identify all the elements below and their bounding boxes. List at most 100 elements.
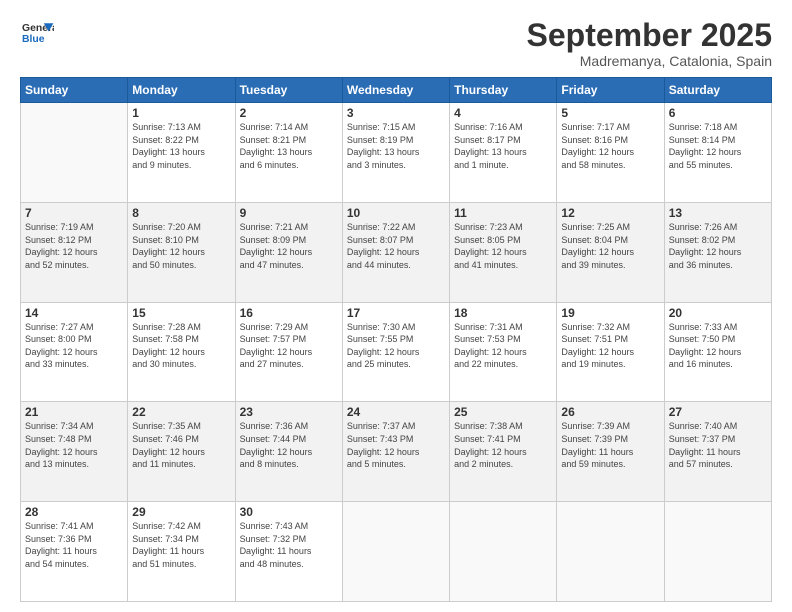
day-info: Sunrise: 7:38 AM Sunset: 7:41 PM Dayligh…	[454, 420, 552, 470]
calendar-cell	[21, 103, 128, 203]
header-thursday: Thursday	[450, 78, 557, 103]
day-info: Sunrise: 7:34 AM Sunset: 7:48 PM Dayligh…	[25, 420, 123, 470]
day-info: Sunrise: 7:27 AM Sunset: 8:00 PM Dayligh…	[25, 321, 123, 371]
header-friday: Friday	[557, 78, 664, 103]
calendar-cell: 20Sunrise: 7:33 AM Sunset: 7:50 PM Dayli…	[664, 302, 771, 402]
day-number: 25	[454, 405, 552, 419]
day-info: Sunrise: 7:20 AM Sunset: 8:10 PM Dayligh…	[132, 221, 230, 271]
calendar-cell: 14Sunrise: 7:27 AM Sunset: 8:00 PM Dayli…	[21, 302, 128, 402]
calendar-cell: 8Sunrise: 7:20 AM Sunset: 8:10 PM Daylig…	[128, 202, 235, 302]
calendar-cell: 13Sunrise: 7:26 AM Sunset: 8:02 PM Dayli…	[664, 202, 771, 302]
day-number: 14	[25, 306, 123, 320]
day-info: Sunrise: 7:35 AM Sunset: 7:46 PM Dayligh…	[132, 420, 230, 470]
day-info: Sunrise: 7:23 AM Sunset: 8:05 PM Dayligh…	[454, 221, 552, 271]
day-info: Sunrise: 7:42 AM Sunset: 7:34 PM Dayligh…	[132, 520, 230, 570]
calendar-cell: 30Sunrise: 7:43 AM Sunset: 7:32 PM Dayli…	[235, 502, 342, 602]
calendar-cell: 17Sunrise: 7:30 AM Sunset: 7:55 PM Dayli…	[342, 302, 449, 402]
day-number: 18	[454, 306, 552, 320]
calendar-cell	[664, 502, 771, 602]
day-number: 11	[454, 206, 552, 220]
svg-text:Blue: Blue	[22, 34, 45, 45]
calendar-table: Sunday Monday Tuesday Wednesday Thursday…	[20, 77, 772, 602]
calendar-cell: 26Sunrise: 7:39 AM Sunset: 7:39 PM Dayli…	[557, 402, 664, 502]
day-info: Sunrise: 7:33 AM Sunset: 7:50 PM Dayligh…	[669, 321, 767, 371]
day-info: Sunrise: 7:16 AM Sunset: 8:17 PM Dayligh…	[454, 121, 552, 171]
day-number: 26	[561, 405, 659, 419]
day-number: 28	[25, 505, 123, 519]
header-saturday: Saturday	[664, 78, 771, 103]
page-header: General Blue September 2025 Madremanya, …	[20, 18, 772, 69]
day-info: Sunrise: 7:43 AM Sunset: 7:32 PM Dayligh…	[240, 520, 338, 570]
day-number: 15	[132, 306, 230, 320]
logo: General Blue	[20, 18, 54, 55]
calendar-cell: 7Sunrise: 7:19 AM Sunset: 8:12 PM Daylig…	[21, 202, 128, 302]
day-number: 7	[25, 206, 123, 220]
day-info: Sunrise: 7:32 AM Sunset: 7:51 PM Dayligh…	[561, 321, 659, 371]
day-number: 4	[454, 106, 552, 120]
calendar-cell: 28Sunrise: 7:41 AM Sunset: 7:36 PM Dayli…	[21, 502, 128, 602]
header-row: Sunday Monday Tuesday Wednesday Thursday…	[21, 78, 772, 103]
day-number: 1	[132, 106, 230, 120]
day-info: Sunrise: 7:31 AM Sunset: 7:53 PM Dayligh…	[454, 321, 552, 371]
day-number: 16	[240, 306, 338, 320]
day-info: Sunrise: 7:41 AM Sunset: 7:36 PM Dayligh…	[25, 520, 123, 570]
day-number: 24	[347, 405, 445, 419]
calendar-cell: 29Sunrise: 7:42 AM Sunset: 7:34 PM Dayli…	[128, 502, 235, 602]
logo-icon: General Blue	[22, 18, 54, 50]
calendar-cell: 22Sunrise: 7:35 AM Sunset: 7:46 PM Dayli…	[128, 402, 235, 502]
day-info: Sunrise: 7:14 AM Sunset: 8:21 PM Dayligh…	[240, 121, 338, 171]
calendar-cell: 15Sunrise: 7:28 AM Sunset: 7:58 PM Dayli…	[128, 302, 235, 402]
calendar-cell: 1Sunrise: 7:13 AM Sunset: 8:22 PM Daylig…	[128, 103, 235, 203]
calendar-cell: 9Sunrise: 7:21 AM Sunset: 8:09 PM Daylig…	[235, 202, 342, 302]
day-number: 29	[132, 505, 230, 519]
day-info: Sunrise: 7:19 AM Sunset: 8:12 PM Dayligh…	[25, 221, 123, 271]
calendar-cell: 27Sunrise: 7:40 AM Sunset: 7:37 PM Dayli…	[664, 402, 771, 502]
day-info: Sunrise: 7:17 AM Sunset: 8:16 PM Dayligh…	[561, 121, 659, 171]
day-number: 2	[240, 106, 338, 120]
calendar-week-2: 7Sunrise: 7:19 AM Sunset: 8:12 PM Daylig…	[21, 202, 772, 302]
calendar-cell: 18Sunrise: 7:31 AM Sunset: 7:53 PM Dayli…	[450, 302, 557, 402]
day-info: Sunrise: 7:26 AM Sunset: 8:02 PM Dayligh…	[669, 221, 767, 271]
day-info: Sunrise: 7:15 AM Sunset: 8:19 PM Dayligh…	[347, 121, 445, 171]
calendar-week-4: 21Sunrise: 7:34 AM Sunset: 7:48 PM Dayli…	[21, 402, 772, 502]
day-number: 19	[561, 306, 659, 320]
calendar-cell: 21Sunrise: 7:34 AM Sunset: 7:48 PM Dayli…	[21, 402, 128, 502]
day-info: Sunrise: 7:40 AM Sunset: 7:37 PM Dayligh…	[669, 420, 767, 470]
header-monday: Monday	[128, 78, 235, 103]
day-info: Sunrise: 7:25 AM Sunset: 8:04 PM Dayligh…	[561, 221, 659, 271]
day-number: 13	[669, 206, 767, 220]
calendar-cell	[342, 502, 449, 602]
day-info: Sunrise: 7:36 AM Sunset: 7:44 PM Dayligh…	[240, 420, 338, 470]
calendar-cell: 2Sunrise: 7:14 AM Sunset: 8:21 PM Daylig…	[235, 103, 342, 203]
header-tuesday: Tuesday	[235, 78, 342, 103]
day-info: Sunrise: 7:18 AM Sunset: 8:14 PM Dayligh…	[669, 121, 767, 171]
calendar-cell: 23Sunrise: 7:36 AM Sunset: 7:44 PM Dayli…	[235, 402, 342, 502]
calendar-week-5: 28Sunrise: 7:41 AM Sunset: 7:36 PM Dayli…	[21, 502, 772, 602]
month-title: September 2025	[527, 18, 772, 53]
day-number: 6	[669, 106, 767, 120]
header-sunday: Sunday	[21, 78, 128, 103]
location: Madremanya, Catalonia, Spain	[527, 53, 772, 69]
calendar-cell: 25Sunrise: 7:38 AM Sunset: 7:41 PM Dayli…	[450, 402, 557, 502]
calendar-week-1: 1Sunrise: 7:13 AM Sunset: 8:22 PM Daylig…	[21, 103, 772, 203]
calendar-cell: 19Sunrise: 7:32 AM Sunset: 7:51 PM Dayli…	[557, 302, 664, 402]
calendar-cell	[557, 502, 664, 602]
calendar-cell	[450, 502, 557, 602]
day-info: Sunrise: 7:39 AM Sunset: 7:39 PM Dayligh…	[561, 420, 659, 470]
day-info: Sunrise: 7:22 AM Sunset: 8:07 PM Dayligh…	[347, 221, 445, 271]
day-info: Sunrise: 7:37 AM Sunset: 7:43 PM Dayligh…	[347, 420, 445, 470]
calendar-cell: 3Sunrise: 7:15 AM Sunset: 8:19 PM Daylig…	[342, 103, 449, 203]
day-number: 8	[132, 206, 230, 220]
calendar-cell: 5Sunrise: 7:17 AM Sunset: 8:16 PM Daylig…	[557, 103, 664, 203]
day-number: 27	[669, 405, 767, 419]
calendar-cell: 11Sunrise: 7:23 AM Sunset: 8:05 PM Dayli…	[450, 202, 557, 302]
calendar-cell: 10Sunrise: 7:22 AM Sunset: 8:07 PM Dayli…	[342, 202, 449, 302]
day-info: Sunrise: 7:29 AM Sunset: 7:57 PM Dayligh…	[240, 321, 338, 371]
calendar-cell: 6Sunrise: 7:18 AM Sunset: 8:14 PM Daylig…	[664, 103, 771, 203]
calendar-cell: 4Sunrise: 7:16 AM Sunset: 8:17 PM Daylig…	[450, 103, 557, 203]
calendar-cell: 24Sunrise: 7:37 AM Sunset: 7:43 PM Dayli…	[342, 402, 449, 502]
day-number: 9	[240, 206, 338, 220]
calendar-week-3: 14Sunrise: 7:27 AM Sunset: 8:00 PM Dayli…	[21, 302, 772, 402]
day-number: 20	[669, 306, 767, 320]
day-number: 5	[561, 106, 659, 120]
